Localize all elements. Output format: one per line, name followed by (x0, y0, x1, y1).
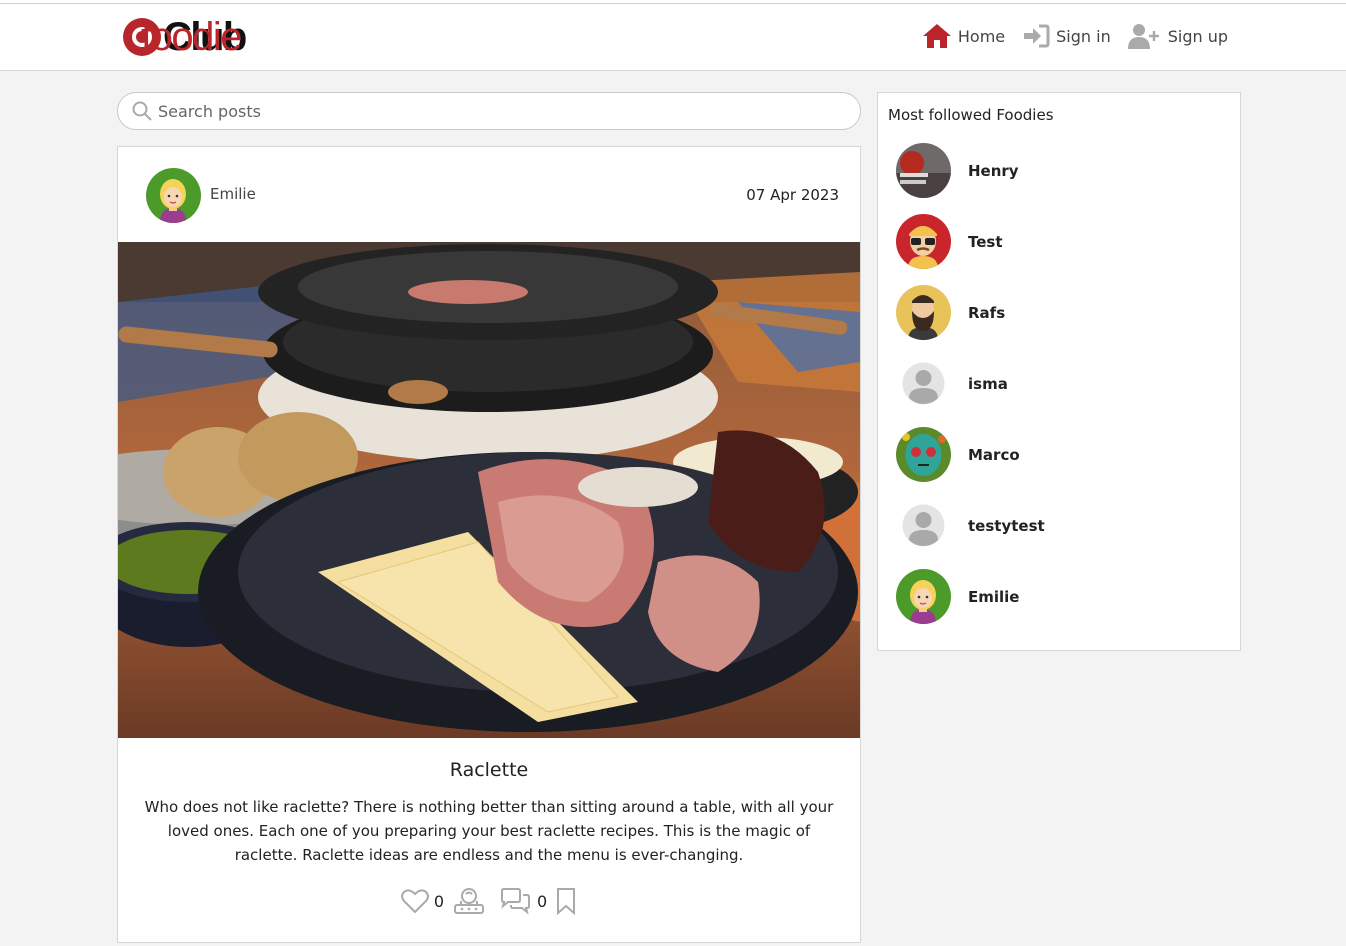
logo-text: foodie Club (141, 15, 247, 59)
foodie-name: Henry (968, 161, 1019, 180)
nav-sign-in-label: Sign in (1056, 26, 1111, 46)
sign-in-icon (1024, 24, 1050, 48)
cook-button[interactable] (452, 887, 486, 915)
panel-title: Most followed Foodies (888, 106, 1054, 124)
foodie-item-henry[interactable]: Henry (896, 143, 1019, 198)
avatar (896, 356, 951, 411)
search-bar (117, 92, 861, 130)
avatar (896, 427, 951, 482)
foodie-item-isma[interactable]: isma (896, 356, 1008, 411)
post-body: Who does not like raclette? There is not… (144, 798, 834, 864)
add-user-icon (1127, 24, 1159, 49)
foodie-name: Emilie (968, 587, 1020, 606)
home-icon (922, 24, 951, 48)
foodie-name: Rafs (968, 303, 1006, 322)
top-navbar: foodie Club Home Sign in Sign up (0, 3, 1346, 71)
foodie-name: isma (968, 374, 1008, 393)
foodieclub-logo[interactable]: foodie Club (123, 15, 247, 59)
nav-sign-in[interactable]: Sign in (1022, 23, 1111, 49)
author-avatar[interactable] (146, 168, 201, 223)
bookmark-button[interactable] (555, 887, 577, 915)
like-count: 0 (433, 891, 444, 911)
avatar (896, 285, 951, 340)
post-author[interactable]: Emilie (146, 168, 256, 223)
most-followed-panel: Most followed Foodies Henry Test Rafs is… (877, 92, 1241, 651)
search-icon (132, 101, 152, 121)
comment-count: 0 (537, 891, 548, 911)
post-title: Raclette (449, 759, 529, 781)
main-nav: Home Sign in Sign up (905, 22, 1228, 50)
post-date: 07 Apr 2023 (746, 186, 839, 204)
foodie-item-marco[interactable]: Marco (896, 427, 1020, 482)
author-name[interactable]: Emilie (210, 185, 256, 203)
bookmark-icon (557, 888, 576, 915)
post-image[interactable] (118, 242, 860, 738)
nav-home-label: Home (957, 26, 1006, 46)
post-card: Emilie 07 Apr 2023 Raclette Who does not… (117, 146, 861, 943)
foodie-item-rafs[interactable]: Rafs (896, 285, 1005, 340)
comment-button[interactable] (498, 887, 532, 915)
foodie-name: Marco (968, 445, 1020, 464)
like-button[interactable] (400, 888, 429, 914)
nav-home[interactable]: Home (922, 23, 1005, 49)
nav-sign-up-label: Sign up (1167, 26, 1228, 46)
heart-icon (400, 889, 429, 914)
nav-sign-up[interactable]: Sign up (1127, 22, 1228, 50)
foodie-item-testytest[interactable]: testytest (896, 498, 1045, 553)
avatar (896, 214, 951, 269)
foodie-name: Test (968, 232, 1003, 251)
foodie-name: testytest (968, 516, 1045, 535)
avatar (896, 143, 951, 198)
foodie-item-test[interactable]: Test (896, 214, 1003, 269)
avatar (896, 498, 951, 553)
chef-cooking-icon (454, 888, 484, 914)
post-actions: 0 0 (118, 887, 860, 915)
avatar (896, 569, 951, 624)
comments-icon (501, 888, 530, 915)
search-input[interactable] (158, 101, 818, 121)
foodie-item-emilie[interactable]: Emilie (896, 569, 1019, 624)
